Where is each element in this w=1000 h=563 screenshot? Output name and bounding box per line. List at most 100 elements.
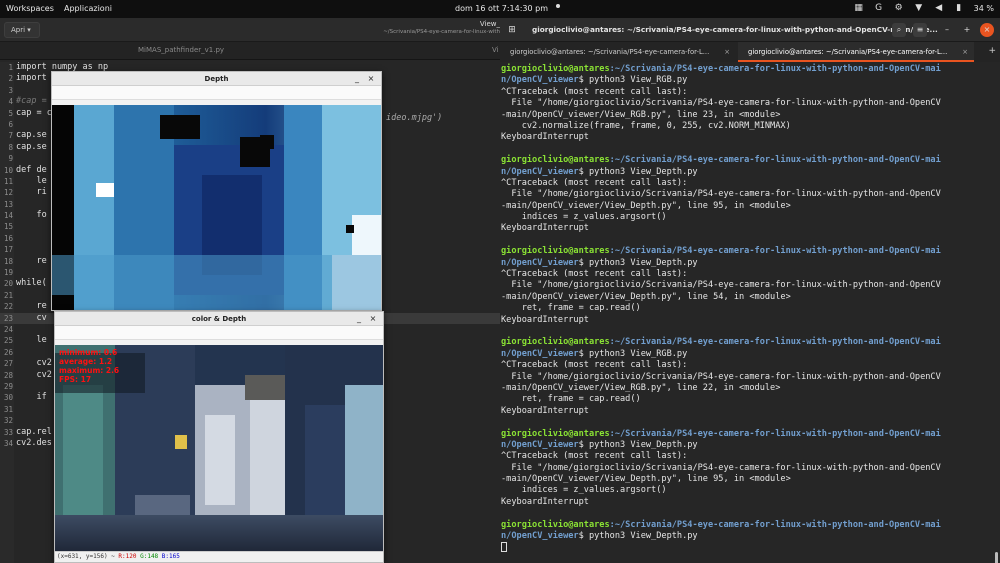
system-tray[interactable]: ▦ G ⚙ ▼ ◀ ▮ 34 % (854, 3, 994, 13)
pixel-red: R:120 (118, 553, 137, 560)
command-text: $ python3 View_Depth.py (578, 531, 698, 542)
color-window-toolbar (55, 326, 383, 340)
minimize-icon[interactable]: _ (353, 312, 365, 326)
prompt-path: n/OpenCV_viewer (501, 75, 579, 86)
output-line: -main/OpenCV_viewer/View_RGB.py", line 2… (501, 109, 781, 120)
output-line: ^CTraceback (most recent call last): (501, 360, 688, 371)
command-text: $ python3 View_RGB.py (578, 75, 688, 86)
add-tab-icon[interactable]: + (988, 46, 996, 56)
new-tab-icon[interactable]: ⊞ (506, 24, 518, 36)
code-fragment: ideo.mjpg') (386, 113, 443, 123)
applications-menu[interactable]: Applicazioni (64, 4, 112, 13)
line-number: 25 (3, 336, 13, 346)
battery-icon[interactable]: ▮ (954, 3, 964, 13)
close-icon[interactable]: × (365, 72, 377, 86)
close-tab-icon[interactable]: × (724, 42, 730, 62)
output-line: File "/home/giorgioclivio/Scrivania/PS4-… (501, 98, 941, 109)
line-number: 4 (8, 97, 13, 107)
color-window-titlebar[interactable]: color & Depth (55, 312, 383, 326)
close-tab-icon[interactable]: × (962, 42, 968, 60)
close-icon[interactable]: × (367, 312, 379, 326)
prompt-path: :~/Scrivania/PS4-eye-camera-for-linux-wi… (609, 337, 941, 348)
menu-icon[interactable]: ≡ (913, 23, 927, 37)
tab-view[interactable]: Vi (492, 46, 499, 54)
google-icon[interactable]: G (874, 3, 884, 13)
line-text: re (16, 301, 47, 312)
terminal-output[interactable]: giorgioclivio@antares:~/Scrivania/PS4-ey… (500, 64, 1000, 563)
line-number: 11 (3, 176, 13, 186)
fps-label: FPS: 17 (59, 375, 92, 384)
scrollbar[interactable] (995, 552, 998, 563)
line-number: 3 (8, 85, 13, 95)
line-number: 30 (3, 393, 13, 403)
line-number: 12 (3, 188, 13, 198)
terminal-tab-1-label: giorgioclivio@antares: ~/Scrivania/PS4-e… (510, 48, 710, 56)
prompt-line: giorgioclivio@antares:~/Scrivania/PS4-ey… (500, 337, 1000, 348)
line-text: le (16, 175, 47, 186)
editor-title-text: View_ (479, 20, 500, 28)
minimize-icon[interactable]: _ (351, 72, 363, 86)
color-depth-window: color & Depth _ × minimum: 0.6 average: … (54, 311, 384, 563)
volume-icon[interactable]: ◀ (934, 3, 944, 13)
prompt-user: giorgioclivio@antares (501, 428, 610, 439)
line-text: import (16, 73, 47, 84)
line-number: 33 (3, 427, 13, 437)
depth-window-titlebar[interactable]: Depth (52, 72, 381, 86)
terminal-tabs: giorgioclivio@antares: ~/Scrivania/PS4-e… (500, 42, 1000, 62)
line-number: 5 (8, 108, 13, 118)
clock[interactable]: dom 16 ott 7:14:30 pm (455, 4, 548, 13)
depth-window-title: Depth (204, 75, 229, 83)
line-number: 17 (3, 245, 13, 255)
terminal-window: ⊞ giorgioclivio@antares: ~/Scrivania/PS4… (500, 18, 1000, 563)
gear-icon[interactable]: ⚙ (894, 3, 904, 13)
line-number: 23 (3, 313, 13, 323)
line-number: 21 (3, 290, 13, 300)
output-line: ^CTraceback (most recent call last): (501, 177, 688, 188)
line-text: cv2 (16, 369, 52, 380)
line-text: if (16, 392, 47, 403)
prompt-line: giorgioclivio@antares:~/Scrivania/PS4-ey… (500, 155, 1000, 166)
output-line: KeyboardInterrupt (501, 314, 589, 325)
pixel-info-status: (x=631, y=156) ~ R:120 G:148 B:165 (55, 551, 383, 562)
close-icon[interactable]: × (980, 23, 994, 37)
output-line: ret, frame = cap.read() (501, 303, 641, 314)
output-line: File "/home/giorgioclivio/Scrivania/PS4-… (501, 280, 941, 291)
prompt-user: giorgioclivio@antares (501, 64, 610, 74)
editor-subtitle: ~/Scrivania/PS4-eye-camera-for-linux-wit… (383, 29, 500, 35)
maximize-icon[interactable]: + (960, 23, 974, 37)
line-number: 28 (3, 370, 13, 380)
minimize-icon[interactable]: – (940, 23, 954, 37)
output-line: ^CTraceback (most recent call last): (501, 269, 688, 280)
output-line: ^CTraceback (most recent call last): (501, 451, 688, 462)
network-icon[interactable]: ▦ (854, 3, 864, 13)
tab-mimas-pathfinder[interactable]: MiMAS_pathfinder_v1.py (138, 46, 224, 54)
line-text: le (16, 335, 47, 346)
depth-map-image (52, 105, 381, 310)
line-text: ri (16, 187, 47, 198)
terminal-tab-2[interactable]: giorgioclivio@antares: ~/Scrivania/PS4-e… (738, 42, 974, 62)
workspaces-button[interactable]: Workspaces (6, 4, 54, 13)
prompt-path: :~/Scrivania/PS4-eye-camera-for-linux-wi… (609, 246, 941, 257)
wifi-icon[interactable]: ▼ (914, 3, 924, 13)
line-number: 8 (8, 142, 13, 152)
search-icon[interactable]: ⌕ (892, 23, 906, 37)
prompt-line: giorgioclivio@antares:~/Scrivania/PS4-ey… (500, 429, 1000, 440)
cursor-line (500, 542, 1000, 553)
line-number: 14 (3, 211, 13, 221)
prompt-line: n/OpenCV_viewer$ python3 View_RGB.py (500, 75, 1000, 86)
prompt-path: n/OpenCV_viewer (501, 348, 579, 359)
terminal-tab-1[interactable]: giorgioclivio@antares: ~/Scrivania/PS4-e… (500, 42, 736, 62)
command-text: $ python3 View_Depth.py (578, 166, 698, 177)
line-number: 20 (3, 279, 13, 289)
prompt-user: giorgioclivio@antares (501, 519, 610, 530)
notification-dot-icon (556, 4, 560, 8)
line-number: 34 (3, 438, 13, 448)
open-button[interactable]: Apri ▾ (4, 22, 40, 38)
prompt-path: :~/Scrivania/PS4-eye-camera-for-linux-wi… (609, 428, 941, 439)
line-number: 19 (3, 268, 13, 278)
prompt-user: giorgioclivio@antares (501, 155, 610, 166)
prompt-path: :~/Scrivania/PS4-eye-camera-for-linux-wi… (609, 155, 941, 166)
prompt-line: n/OpenCV_viewer$ python3 View_Depth.py (500, 531, 1000, 542)
line-text: cap.se (16, 130, 47, 141)
